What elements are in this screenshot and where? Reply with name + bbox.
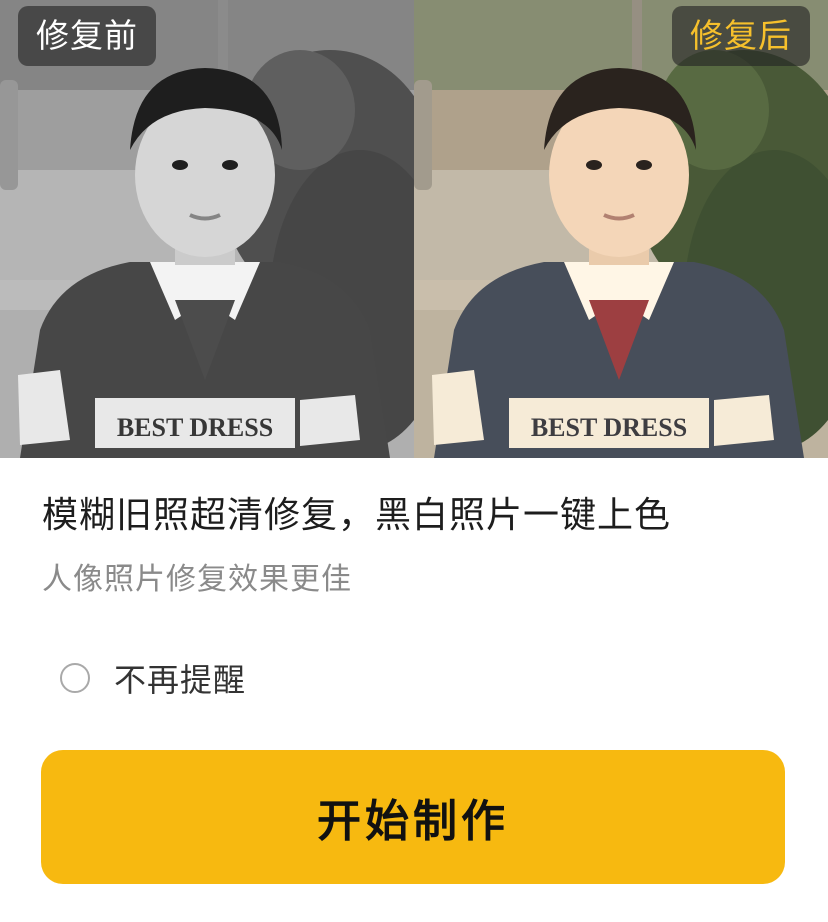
shirt-text: BEST DRESS — [117, 413, 273, 442]
after-photo: BEST DRESS 修复后 — [414, 0, 828, 458]
promo-title: 模糊旧照超清修复，黑白照片一键上色 — [42, 495, 672, 536]
photo-comparison: BEST DRESS 修复前 BEST DRESS 修复后 — [0, 0, 828, 458]
after-photo-image: BEST DRESS — [414, 0, 828, 458]
before-photo-image: BEST DRESS — [0, 0, 414, 458]
start-button[interactable]: 开始制作 — [41, 750, 785, 884]
dont-remind-label: 不再提醒 — [114, 661, 247, 699]
dont-remind-toggle[interactable]: 不再提醒 — [60, 654, 246, 702]
promo-subtitle: 人像照片修复效果更佳 — [42, 562, 352, 597]
before-label: 修复前 — [18, 6, 156, 66]
after-label: 修复后 — [672, 6, 810, 66]
shirt-text: BEST DRESS — [531, 413, 687, 442]
before-photo: BEST DRESS 修复前 — [0, 0, 414, 458]
radio-unchecked-icon[interactable] — [60, 663, 90, 693]
